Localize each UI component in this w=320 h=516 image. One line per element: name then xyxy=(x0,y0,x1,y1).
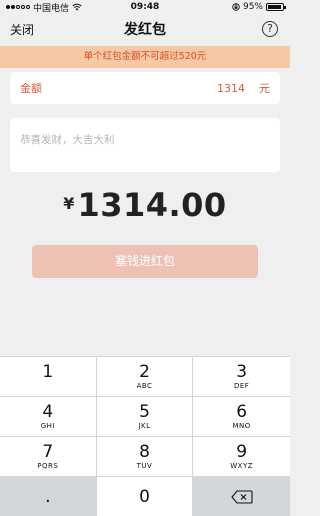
numeric-keypad: 1 2 ABC 3 DEF 4 GHI 5 JKL 6 MNO 7 PQRS 8… xyxy=(0,356,290,516)
key-4[interactable]: 4 GHI xyxy=(0,397,97,437)
key-digit: 8 xyxy=(139,442,150,462)
currency-symbol: ¥ xyxy=(63,194,75,213)
key-digit: 3 xyxy=(236,362,248,382)
key-digit: 6 xyxy=(236,402,248,422)
key-letters: DEF xyxy=(233,382,250,390)
amount-limit-warning: 单个红包金额不可超过520元 xyxy=(0,46,290,68)
key-7[interactable]: 7 PQRS xyxy=(0,437,97,477)
key-digit: 1 xyxy=(42,362,54,382)
key-decimal-point[interactable]: . xyxy=(0,477,97,516)
battery-icon xyxy=(266,3,286,11)
backspace-icon xyxy=(230,489,253,504)
send-red-packet-button[interactable]: 塞钱进红包 xyxy=(32,245,258,278)
page-title: 发红包 xyxy=(124,22,166,38)
key-3[interactable]: 3 DEF xyxy=(193,357,290,397)
help-icon[interactable]: ? xyxy=(262,21,278,37)
battery-fill xyxy=(268,5,281,9)
key-letters: MNO xyxy=(232,422,251,430)
key-digit: 4 xyxy=(42,402,54,422)
amount-unit: 元 xyxy=(259,82,270,95)
amount-field[interactable]: 金额 1314 元 xyxy=(10,72,280,104)
key-letters: GHI xyxy=(40,422,55,430)
key-backspace[interactable] xyxy=(193,477,290,516)
key-6[interactable]: 6 MNO xyxy=(193,397,290,437)
key-1[interactable]: 1 xyxy=(0,357,97,397)
key-letters: WXYZ xyxy=(230,462,254,470)
message-card[interactable] xyxy=(10,118,280,172)
amount-label: 金额 xyxy=(20,82,42,95)
key-letters: ABC xyxy=(136,382,153,390)
key-0[interactable]: 0 xyxy=(96,477,194,516)
status-time: 09:48 xyxy=(130,2,160,12)
nav-bar: 关闭 发红包 ? xyxy=(0,14,290,44)
key-2[interactable]: 2 ABC xyxy=(96,357,194,397)
amount-value[interactable]: 1314 xyxy=(217,82,245,95)
key-9[interactable]: 9 WXYZ xyxy=(193,437,290,477)
key-letters: TUV xyxy=(136,462,153,470)
key-digit: 2 xyxy=(139,362,150,382)
status-bar: 中国电信 09:48 95% xyxy=(0,0,290,14)
key-letters: JKL xyxy=(138,422,151,430)
total-amount-display: ¥ 1314.00 xyxy=(0,186,290,224)
key-digit: 0 xyxy=(139,486,150,507)
key-dot-label: . xyxy=(44,485,51,507)
key-digit: 5 xyxy=(139,402,150,422)
total-amount: 1314.00 xyxy=(77,186,227,224)
key-5[interactable]: 5 JKL xyxy=(96,397,194,437)
key-digit: 9 xyxy=(236,442,248,462)
key-digit: 7 xyxy=(42,442,54,462)
key-8[interactable]: 8 TUV xyxy=(96,437,194,477)
message-input[interactable] xyxy=(20,134,270,146)
key-letters: PQRS xyxy=(37,462,59,470)
close-button[interactable]: 关闭 xyxy=(10,21,34,38)
